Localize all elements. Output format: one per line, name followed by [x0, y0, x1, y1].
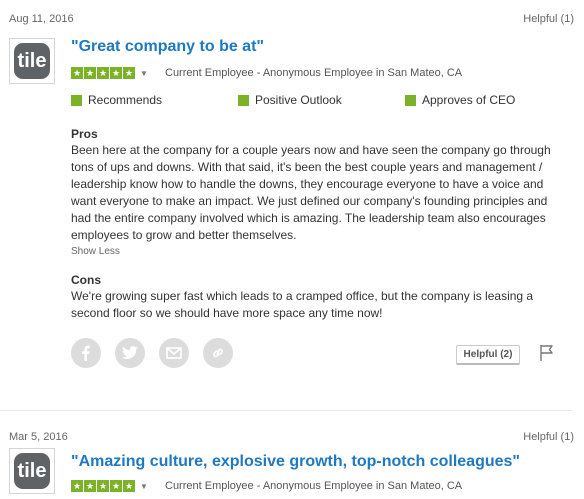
email-icon[interactable] [159, 338, 189, 368]
badge-recommends: Recommends [71, 93, 162, 107]
star-icon: ★ [71, 67, 83, 79]
pros-line: want everyone to make an impact. We just… [71, 194, 548, 208]
pros-line: employees to grow and better themselves. [71, 228, 297, 242]
pros-line: tons of ups and downs. With that said, i… [71, 160, 543, 174]
badge-approves-ceo: Approves of CEO [405, 93, 515, 107]
star-icon: ★ [123, 67, 135, 79]
review-date: Mar 5, 2016 [9, 431, 68, 443]
cons-line: second floor so we should have more spac… [71, 306, 383, 320]
logo-text: tile [14, 43, 50, 79]
star-rating[interactable]: ★ ★ ★ ★ ★ ▼ [71, 480, 148, 492]
pros-line: had the entire company involved which is… [71, 211, 546, 225]
cons-text: We're growing super fast which leads to … [71, 288, 576, 322]
cons-line: We're growing super fast which leads to … [71, 289, 534, 303]
star-icon: ★ [110, 480, 122, 492]
badge-label: Positive Outlook [255, 93, 342, 107]
caret-down-icon[interactable]: ▼ [140, 482, 148, 491]
company-logo[interactable]: tile [9, 38, 55, 84]
twitter-icon[interactable] [115, 338, 145, 368]
green-square-icon [238, 94, 249, 106]
badge-positive-outlook: Positive Outlook [238, 93, 342, 107]
helpful-count: Helpful (1) [523, 13, 574, 25]
pros-line: Been here at the company for a couple ye… [71, 143, 551, 157]
logo-text: tile [14, 453, 50, 489]
green-square-icon [71, 94, 82, 106]
flag-icon[interactable] [539, 344, 555, 367]
star-icon: ★ [84, 67, 96, 79]
employee-info: Current Employee - Anonymous Employee in… [165, 67, 463, 79]
divider [0, 410, 572, 411]
facebook-icon[interactable] [71, 338, 101, 368]
star-rating[interactable]: ★ ★ ★ ★ ★ ▼ [71, 67, 148, 79]
share-icons [71, 338, 247, 368]
helpful-count: Helpful (1) [523, 431, 574, 443]
employee-info: Current Employee - Anonymous Employee in… [165, 480, 463, 492]
star-icon: ★ [110, 67, 122, 79]
helpful-button[interactable]: Helpful (2) [456, 345, 520, 365]
star-icon: ★ [97, 67, 109, 79]
star-icon: ★ [71, 480, 83, 492]
star-icon: ★ [97, 480, 109, 492]
link-icon[interactable] [203, 338, 233, 368]
badge-label: Recommends [88, 93, 163, 107]
cons-heading: Cons [71, 273, 101, 287]
review-title[interactable]: "Great company to be at" [71, 38, 264, 56]
review-badges: Recommends Positive Outlook Approves of … [71, 93, 581, 109]
review-title[interactable]: "Amazing culture, explosive growth, top-… [71, 453, 520, 471]
star-icon: ★ [123, 480, 135, 492]
caret-down-icon[interactable]: ▼ [140, 69, 148, 78]
show-less-link[interactable]: Show Less [71, 246, 120, 257]
badge-label: Approves of CEO [422, 93, 516, 107]
pros-line: leadership know how to handle the downs,… [71, 177, 544, 191]
star-icon: ★ [84, 480, 96, 492]
company-logo[interactable]: tile [9, 448, 55, 494]
pros-heading: Pros [71, 127, 98, 141]
green-square-icon [405, 94, 416, 106]
pros-text: Been here at the company for a couple ye… [71, 142, 576, 244]
review-date: Aug 11, 2016 [9, 13, 74, 25]
